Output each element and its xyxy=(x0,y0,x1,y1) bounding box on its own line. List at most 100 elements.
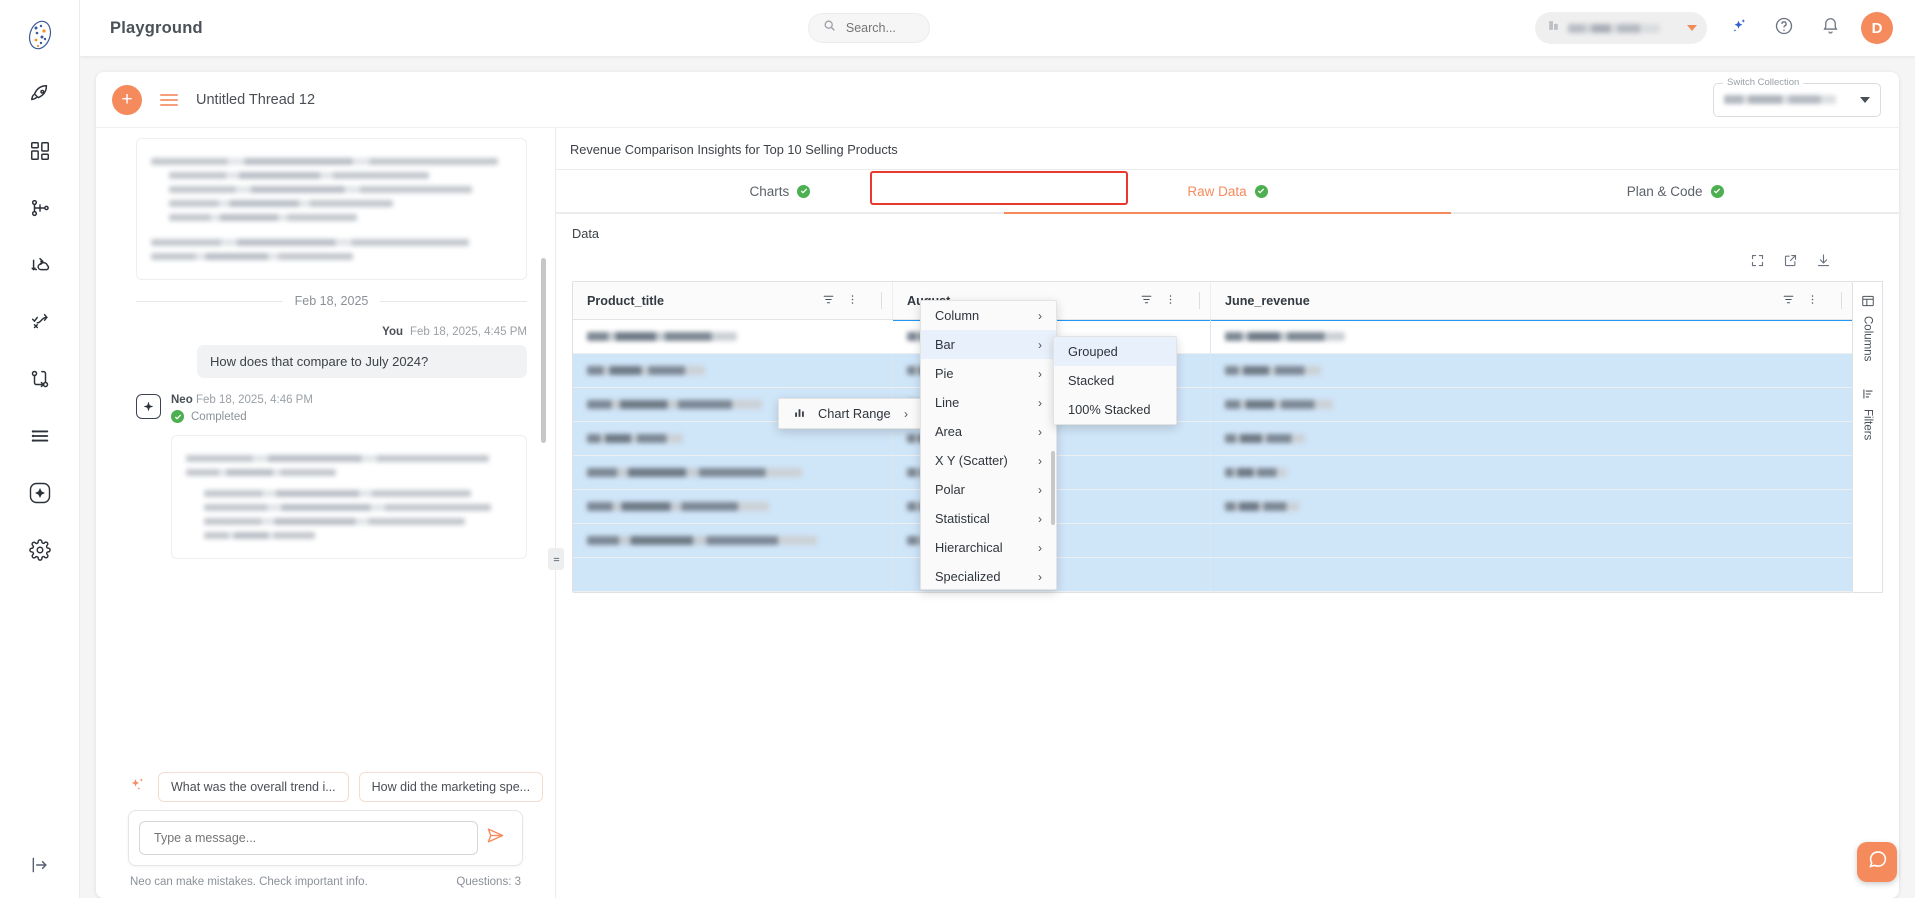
building-icon xyxy=(1547,19,1560,37)
menu-scrollbar[interactable] xyxy=(1051,451,1055,525)
column-menu-icon[interactable] xyxy=(846,293,859,309)
app-logo[interactable] xyxy=(19,14,61,56)
menu-line xyxy=(160,103,178,106)
sidebar-item-pipeline[interactable] xyxy=(18,188,62,232)
table-row[interactable] xyxy=(573,388,1852,422)
tab-charts[interactable]: Charts xyxy=(556,170,1004,212)
sidebar-item-settings[interactable] xyxy=(18,530,62,574)
table-cell[interactable] xyxy=(573,558,893,591)
list-icon xyxy=(29,425,51,452)
table-cell[interactable] xyxy=(573,490,893,523)
table-cell[interactable] xyxy=(1211,354,1852,387)
table-cell[interactable] xyxy=(1211,524,1852,557)
expand-icon[interactable] xyxy=(1750,253,1765,273)
context-menu-item-label: Line xyxy=(935,395,960,410)
sidebar-item-neo-agent[interactable] xyxy=(18,473,62,517)
table-row[interactable] xyxy=(573,524,1852,558)
chat-footer: Neo can make mistakes. Check important i… xyxy=(96,872,555,898)
side-tab-columns[interactable]: Columns xyxy=(1861,294,1875,361)
context-menu-item-stacked[interactable]: Stacked xyxy=(1054,366,1176,395)
search-input[interactable] xyxy=(843,20,915,36)
table-cell[interactable] xyxy=(573,320,893,353)
redacted-value xyxy=(587,502,769,511)
organization-selector[interactable] xyxy=(1535,12,1707,44)
filter-icon[interactable] xyxy=(1782,293,1795,309)
context-menu-item-100-stacked[interactable]: 100% Stacked xyxy=(1054,395,1176,424)
chat-scrollbar[interactable] xyxy=(541,258,546,443)
avatar[interactable]: D xyxy=(1861,12,1893,44)
side-tab-label: Filters xyxy=(1861,409,1874,441)
sidebar-item-sync[interactable] xyxy=(18,245,62,289)
table-cell[interactable] xyxy=(573,524,893,557)
table-cell[interactable] xyxy=(1211,490,1852,523)
column-header-product-title[interactable]: Product_title xyxy=(573,282,893,319)
context-menu-item-polar[interactable]: Polar › xyxy=(921,475,1056,504)
table-cell[interactable] xyxy=(1211,320,1852,353)
switch-collection-select[interactable]: Switch Collection xyxy=(1713,76,1881,117)
help-button[interactable] xyxy=(1769,13,1799,43)
context-menu-item-line[interactable]: Line › xyxy=(921,388,1056,417)
sidebar-item-rocket[interactable] xyxy=(18,74,62,118)
notifications-button[interactable] xyxy=(1815,13,1845,43)
data-grid-area: Product_title June_revenue Columns Filte… xyxy=(556,249,1899,898)
new-thread-button[interactable]: + xyxy=(112,84,142,115)
sidebar-item-git-compare[interactable] xyxy=(18,359,62,403)
table-row[interactable] xyxy=(573,456,1852,490)
support-chat-button[interactable] xyxy=(1857,842,1897,882)
table-cell[interactable] xyxy=(1211,388,1852,421)
context-menu-item-bar[interactable]: Bar › xyxy=(921,330,1056,359)
sidebar-item-list[interactable] xyxy=(18,416,62,460)
chevron-right-icon: › xyxy=(1038,540,1042,555)
context-menu-item-hierarchical[interactable]: Hierarchical › xyxy=(921,533,1056,562)
table-row[interactable] xyxy=(573,490,1852,524)
column-menu-icon[interactable] xyxy=(1806,293,1819,309)
table-row[interactable] xyxy=(573,558,1852,592)
collapse-rail-button[interactable] xyxy=(30,855,50,880)
table-row[interactable] xyxy=(573,320,1852,354)
context-menu-item-grouped[interactable]: Grouped xyxy=(1054,337,1176,366)
column-menu-icon[interactable] xyxy=(1164,293,1177,309)
send-button[interactable] xyxy=(478,821,512,855)
context-menu-chart-types: Column › Bar › Pie › Line › Area › X Y (Scatter) › P… xyxy=(920,300,1057,590)
open-external-icon[interactable] xyxy=(1783,253,1798,273)
sidebar-item-workflow[interactable] xyxy=(18,302,62,346)
context-menu-item-column[interactable]: Column › xyxy=(921,301,1056,330)
blurred-text-line xyxy=(186,455,490,462)
table-row[interactable] xyxy=(573,422,1852,456)
message-input[interactable] xyxy=(152,830,465,846)
message-input-wrapper[interactable] xyxy=(139,821,478,855)
rocket-icon xyxy=(29,83,51,110)
table-cell[interactable] xyxy=(1211,422,1852,455)
context-menu-item-x-y-scatter[interactable]: X Y (Scatter) › xyxy=(921,446,1056,475)
thread-menu-button[interactable] xyxy=(156,90,182,110)
context-menu-item-area[interactable]: Area › xyxy=(921,417,1056,446)
column-header-june-revenue[interactable]: June_revenue xyxy=(1211,282,1852,319)
suggestion-chip-1[interactable]: What was the overall trend i... xyxy=(158,772,349,802)
redacted-value xyxy=(587,400,762,409)
download-icon[interactable] xyxy=(1816,253,1831,273)
redacted-value xyxy=(1225,366,1321,375)
context-menu-item-statistical[interactable]: Statistical › xyxy=(921,504,1056,533)
app-root: Playground Search... D + Untitled Thread… xyxy=(0,0,1915,898)
search-box[interactable] xyxy=(807,13,930,43)
tab-plan-and-code[interactable]: Plan & Code xyxy=(1451,170,1899,212)
table-cell[interactable] xyxy=(573,456,893,489)
filter-icon[interactable] xyxy=(822,293,835,309)
panel-resize-handle[interactable] xyxy=(548,548,564,570)
sidebar-item-dashboard[interactable] xyxy=(18,131,62,175)
table-cell[interactable] xyxy=(1211,558,1852,591)
user-message-meta: You Feb 18, 2025, 4:45 PM xyxy=(136,326,527,338)
table-cell[interactable] xyxy=(1211,456,1852,489)
filter-icon[interactable] xyxy=(1140,293,1153,309)
suggestion-chip-2[interactable]: How did the marketing spe... xyxy=(358,772,544,802)
context-menu-item-pie[interactable]: Pie › xyxy=(921,359,1056,388)
side-tab-filters[interactable]: Filters xyxy=(1861,387,1875,441)
assistant-answer-body xyxy=(171,435,527,559)
tab-label: Plan & Code xyxy=(1626,183,1703,199)
table-row[interactable] xyxy=(573,354,1852,388)
context-menu-item-chart-range[interactable]: Chart Range › xyxy=(779,399,922,428)
ai-sparkle-button[interactable] xyxy=(1723,13,1753,43)
table-cell[interactable] xyxy=(573,354,893,387)
tab-raw-data[interactable]: Raw Data xyxy=(1003,170,1452,214)
context-menu-item-specialized[interactable]: Specialized › xyxy=(921,562,1056,589)
